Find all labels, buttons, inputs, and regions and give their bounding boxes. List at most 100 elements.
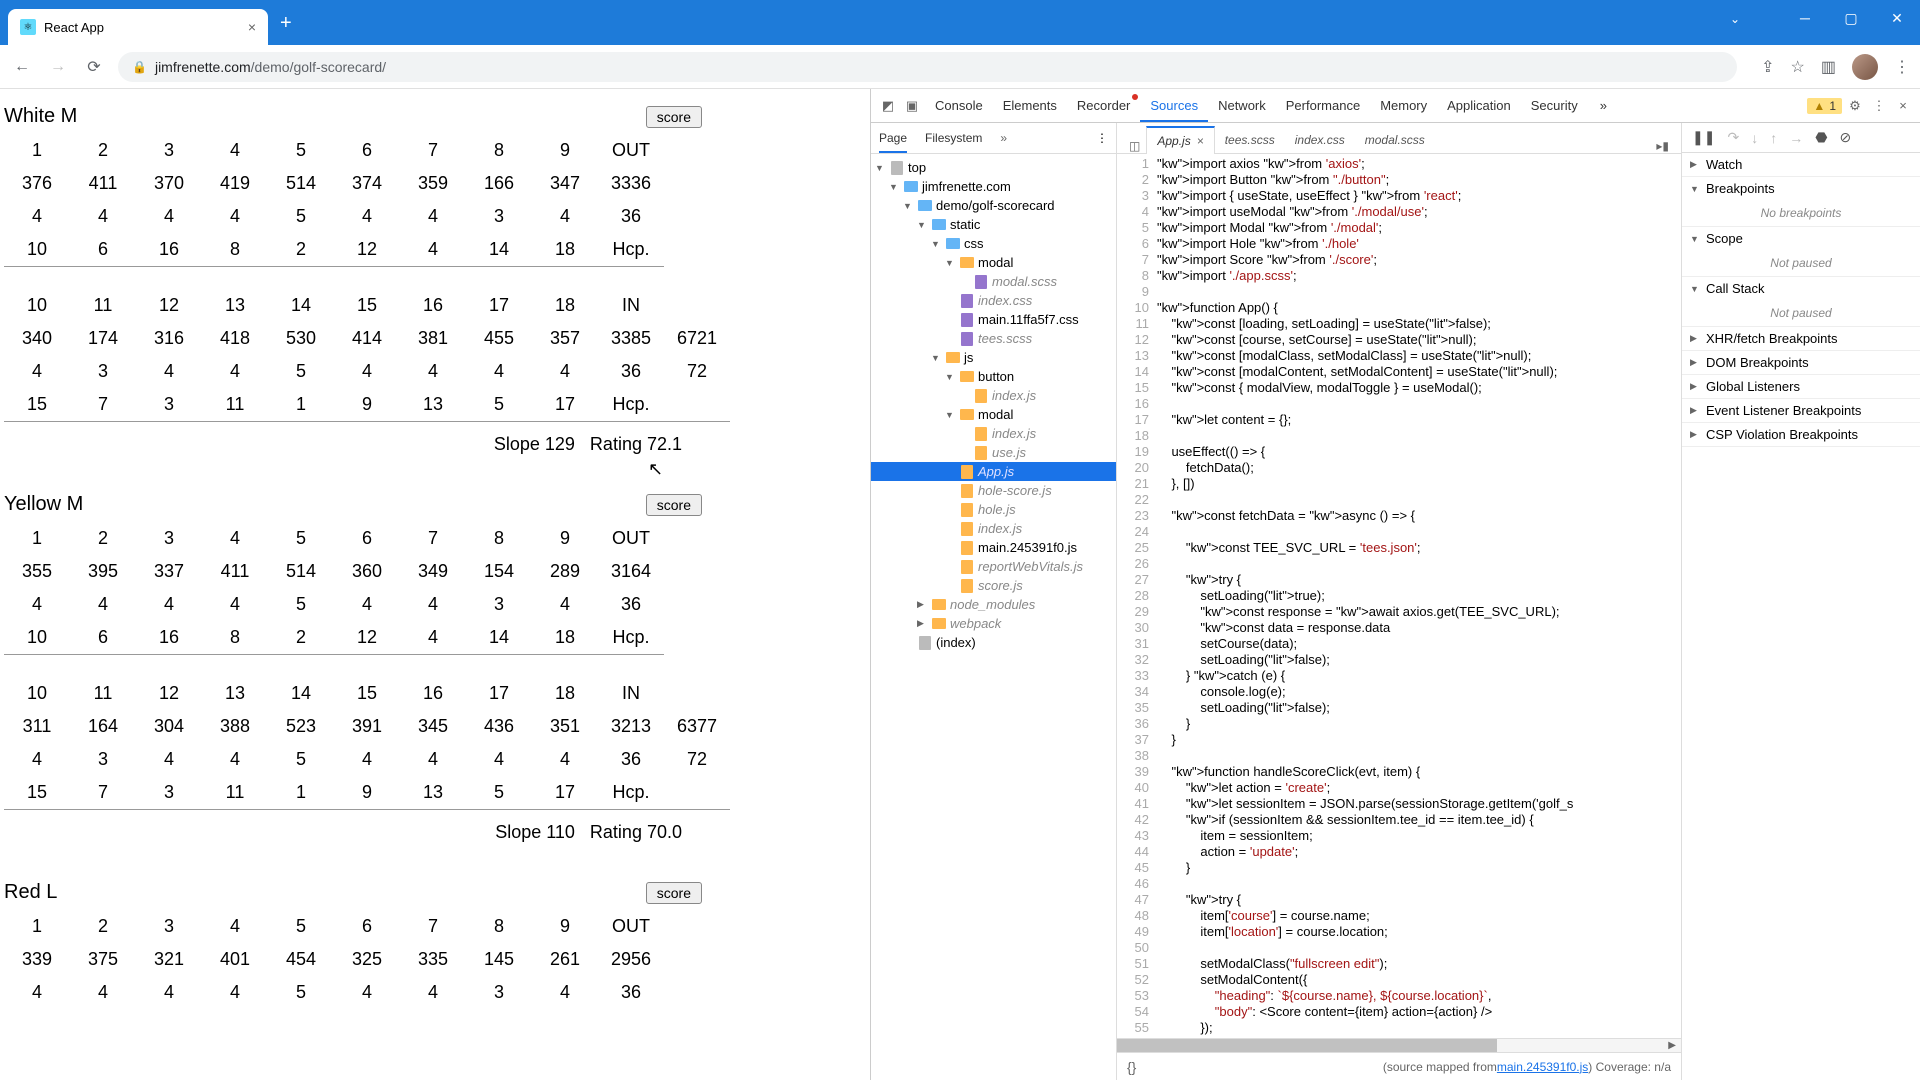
tree-item[interactable]: ▼ js [871, 348, 1116, 367]
tree-item[interactable]: ▶ node_modules [871, 595, 1116, 614]
score-button[interactable]: score [646, 106, 702, 128]
tree-item[interactable]: index.js [871, 424, 1116, 443]
navigator-menu-icon[interactable]: ⋮ [1096, 131, 1108, 145]
devtools-menu-icon[interactable]: ⋮ [1868, 95, 1890, 117]
debug-section-header[interactable]: ▶Global Listeners [1682, 375, 1920, 398]
source-map-link[interactable]: main.245391f0.js [1497, 1060, 1588, 1074]
debug-section-header[interactable]: ▶Event Listener Breakpoints [1682, 399, 1920, 422]
tree-item[interactable]: tees.scss [871, 329, 1116, 348]
devtools-settings-icon[interactable]: ⚙ [1844, 95, 1866, 117]
devtools-tab-sources[interactable]: Sources [1140, 90, 1208, 121]
tree-item[interactable]: (index) [871, 633, 1116, 652]
debug-section-header[interactable]: ▶XHR/fetch Breakpoints [1682, 327, 1920, 350]
devtools-tab-recorder[interactable]: Recorder [1067, 90, 1140, 121]
table-cell: Hcp. [598, 388, 664, 422]
tree-item[interactable]: ▼ demo/golf-scorecard [871, 196, 1116, 215]
share-icon[interactable]: ⇪ [1761, 57, 1774, 77]
debug-section-header[interactable]: ▶Watch [1682, 153, 1920, 176]
tab-overflow-icon[interactable]: ⌄ [1730, 12, 1740, 26]
browser-tab[interactable]: ⚛ React App × [8, 9, 268, 45]
page-subtab[interactable]: Page [879, 131, 907, 145]
tree-item[interactable]: ▼ modal [871, 253, 1116, 272]
new-tab-button[interactable]: + [280, 12, 292, 35]
devtools-tab-memory[interactable]: Memory [1370, 90, 1437, 121]
devtools-tab-application[interactable]: Application [1437, 90, 1521, 121]
tree-item[interactable]: hole.js [871, 500, 1116, 519]
devtools-tab-console[interactable]: Console [925, 90, 993, 121]
table-cell: 5 [268, 976, 334, 1009]
devtools-close-icon[interactable]: × [1892, 95, 1914, 117]
tree-item[interactable]: ▶ webpack [871, 614, 1116, 633]
tree-item[interactable]: main.245391f0.js [871, 538, 1116, 557]
tree-item[interactable]: App.js [871, 462, 1116, 481]
debug-section-header[interactable]: ▼Scope [1682, 227, 1920, 250]
maximize-button[interactable]: ▢ [1828, 0, 1874, 36]
debug-section-header[interactable]: ▶DOM Breakpoints [1682, 351, 1920, 374]
devtools-tab-security[interactable]: Security [1521, 90, 1588, 121]
inspect-element-icon[interactable]: ◩ [877, 95, 899, 117]
forward-button[interactable]: → [46, 55, 70, 79]
url-field[interactable]: 🔒 jimfrenette.com/demo/golf-scorecard/ [118, 52, 1737, 82]
filesystem-subtab[interactable]: Filesystem [925, 131, 982, 145]
tree-item[interactable]: ▼ static [871, 215, 1116, 234]
tree-item[interactable]: ▼ css [871, 234, 1116, 253]
debug-section-header[interactable]: ▼Call Stack [1682, 277, 1920, 300]
tree-item[interactable]: index.js [871, 386, 1116, 405]
back-button[interactable]: ← [10, 55, 34, 79]
code-editor[interactable]: 1234567891011121314151617181920212223242… [1117, 154, 1681, 1038]
devtools-tab-network[interactable]: Network [1208, 90, 1276, 121]
profile-avatar[interactable] [1852, 54, 1878, 80]
tree-item[interactable]: score.js [871, 576, 1116, 595]
tree-item[interactable]: use.js [871, 443, 1116, 462]
editor-tab[interactable]: App.js× [1146, 126, 1214, 154]
more-subtabs-icon[interactable]: » [1000, 131, 1007, 145]
tree-item[interactable]: index.css [871, 291, 1116, 310]
deactivate-breakpoints-button[interactable]: ⬣ [1815, 129, 1827, 146]
tree-item[interactable]: ▼ button [871, 367, 1116, 386]
tree-item[interactable]: modal.scss [871, 272, 1116, 291]
debug-section-header[interactable]: ▶CSP Violation Breakpoints [1682, 423, 1920, 446]
table-cell: 3 [466, 588, 532, 621]
tree-item[interactable]: main.11ffa5f7.css [871, 310, 1116, 329]
pause-button[interactable]: ❚❚ [1692, 129, 1715, 146]
score-button[interactable]: score [646, 882, 702, 904]
minimize-button[interactable]: ─ [1782, 0, 1828, 36]
score-button[interactable]: score [646, 494, 702, 516]
debug-section-header[interactable]: ▼Breakpoints [1682, 177, 1920, 200]
editor-tab[interactable]: tees.scss [1215, 126, 1285, 153]
bookmark-icon[interactable]: ☆ [1791, 57, 1805, 77]
tree-item[interactable]: reportWebVitals.js [871, 557, 1116, 576]
menu-icon[interactable]: ⋮ [1894, 57, 1910, 77]
devtools-more-tabs[interactable]: » [1590, 90, 1617, 121]
editor-tab[interactable]: index.css [1285, 126, 1355, 153]
close-editor-tab-icon[interactable]: × [1197, 134, 1204, 148]
pause-on-exceptions-button[interactable]: ⊘ [1839, 129, 1851, 146]
editor-tab[interactable]: modal.scss [1355, 126, 1435, 153]
step-out-button[interactable]: ↑ [1770, 130, 1777, 146]
step-into-button[interactable]: ↓ [1751, 130, 1758, 146]
table-cell: 419 [202, 167, 268, 200]
table-cell: 18 [532, 233, 598, 267]
device-toolbar-icon[interactable]: ▣ [901, 95, 923, 117]
devtools-tab-elements[interactable]: Elements [993, 90, 1067, 121]
table-cell: 13 [400, 776, 466, 810]
table-cell: 8 [466, 522, 532, 555]
table-cell: 351 [532, 710, 598, 743]
devtools-tab-performance[interactable]: Performance [1276, 90, 1370, 121]
reload-button[interactable]: ⟳ [82, 55, 106, 79]
close-tab-icon[interactable]: × [248, 19, 256, 35]
tree-item[interactable]: ▼ modal [871, 405, 1116, 424]
step-button[interactable]: → [1789, 130, 1803, 146]
tree-item[interactable]: index.js [871, 519, 1116, 538]
side-panel-icon[interactable]: ▥ [1821, 57, 1836, 77]
step-over-button[interactable]: ↷ [1727, 129, 1739, 146]
close-window-button[interactable]: ✕ [1874, 0, 1920, 36]
debug-section-body: Not paused [1682, 300, 1920, 326]
run-snippet-icon[interactable]: ▸▮ [1650, 139, 1675, 153]
tree-item[interactable]: ▼ top [871, 158, 1116, 177]
tree-item[interactable]: ▼ jimfrenette.com [871, 177, 1116, 196]
tree-item[interactable]: hole-score.js [871, 481, 1116, 500]
editor-horizontal-scrollbar[interactable]: ◀ ▶ [1117, 1038, 1681, 1052]
issues-badge[interactable]: ▲1 [1807, 98, 1842, 114]
toggle-navigator-icon[interactable]: ◫ [1123, 139, 1146, 153]
